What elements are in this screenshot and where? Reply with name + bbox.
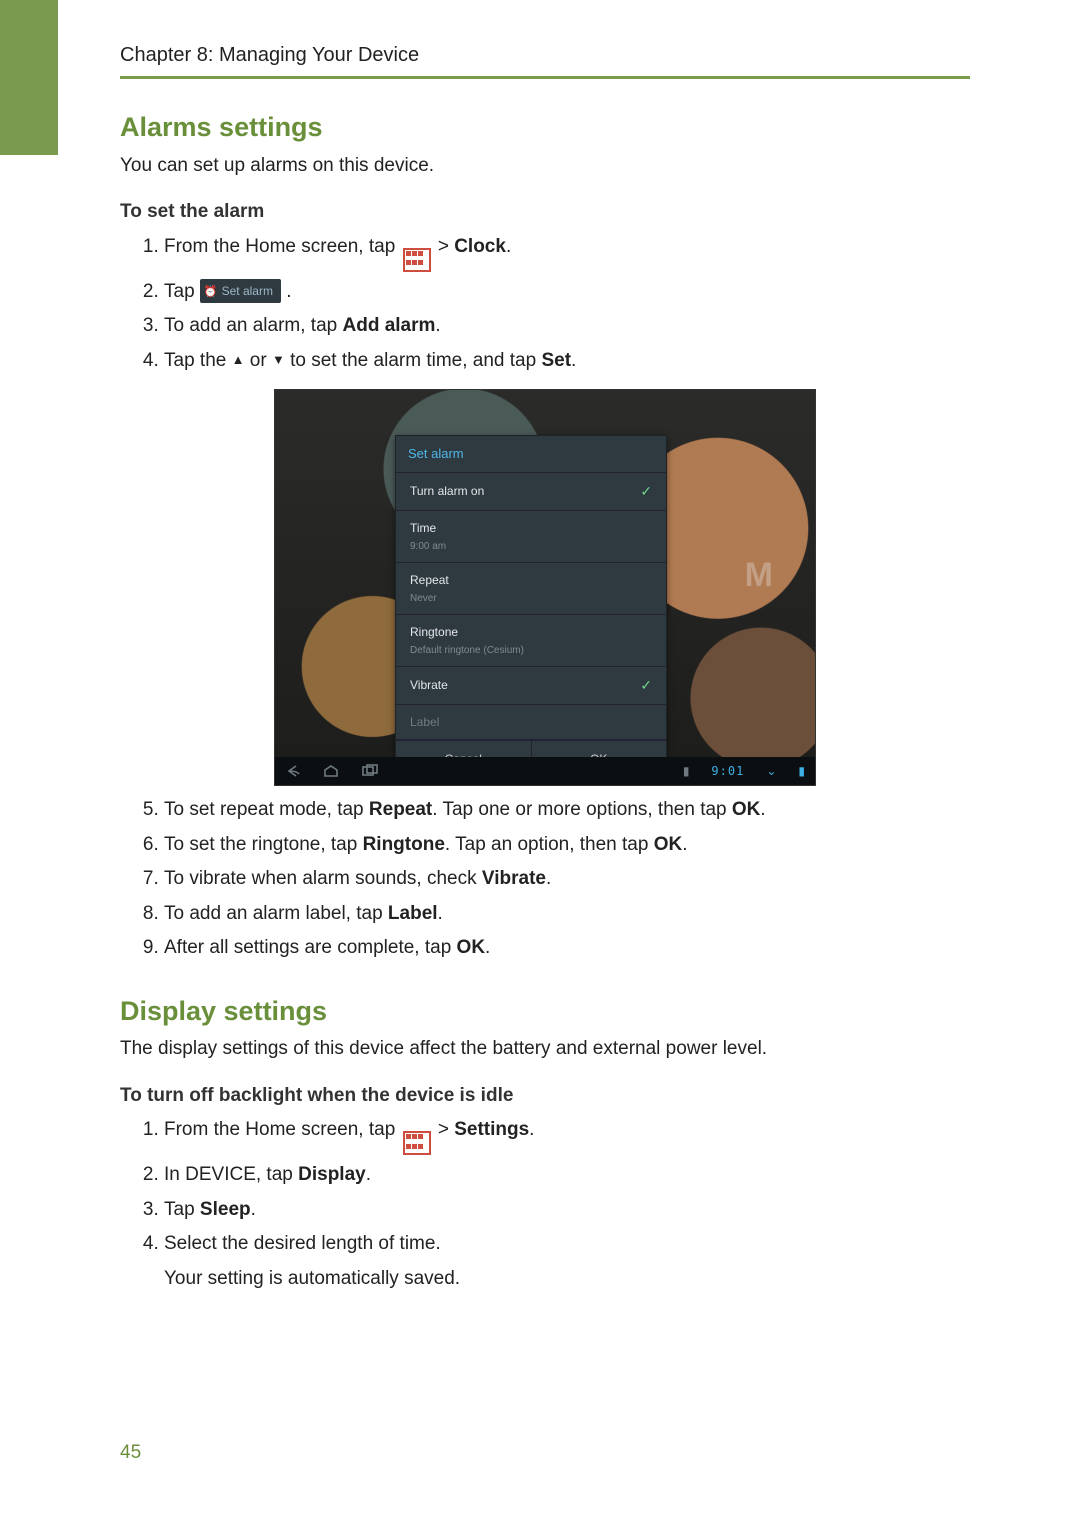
checkmark-icon: ✓ (640, 481, 652, 502)
page-number: 45 (120, 1439, 141, 1468)
apps-grid-icon (403, 248, 431, 272)
dialog-title: Set alarm (396, 436, 666, 473)
step-3: To add an alarm, tap Add alarm. (164, 312, 970, 341)
settings-label: Settings (454, 1119, 529, 1140)
back-icon[interactable] (285, 764, 301, 778)
down-arrow-icon: ▼ (272, 352, 285, 367)
dstep-3: Tap Sleep. (164, 1196, 970, 1225)
row-time[interactable]: Time9:00 am (396, 511, 666, 563)
battery-icon-2: ▮ (798, 762, 805, 780)
watermark: M (745, 550, 775, 601)
home-icon[interactable] (323, 764, 339, 778)
dstep-4-note: Your setting is automatically saved. (164, 1265, 970, 1294)
wifi-icon: ⌄ (766, 762, 776, 780)
recents-icon[interactable] (361, 764, 379, 778)
battery-icon: ▮ (683, 762, 690, 780)
step-8: To add an alarm label, tap Label. (164, 900, 970, 929)
set-alarm-dialog: Set alarm Turn alarm on ✓ Time9:00 am Re… (395, 435, 667, 778)
row-ringtone[interactable]: RingtoneDefault ringtone (Cesium) (396, 615, 666, 667)
dstep-4: Select the desired length of time. (164, 1230, 970, 1259)
step-1: From the Home screen, tap > Clock. (164, 233, 970, 272)
display-intro: The display settings of this device affe… (120, 1035, 970, 1064)
step-6: To set the ringtone, tap Ringtone. Tap a… (164, 831, 970, 860)
set-alarm-pill-icon: Set alarm (200, 279, 281, 304)
status-clock: 9:01 (711, 762, 744, 780)
checkmark-icon: ✓ (640, 675, 652, 696)
side-accent (0, 0, 58, 155)
alarm-steps: From the Home screen, tap > Clock. Tap S… (120, 233, 970, 376)
step-2: Tap Set alarm . (164, 278, 970, 307)
clock-label: Clock (454, 236, 506, 257)
dstep-1: From the Home screen, tap > Settings. (164, 1116, 970, 1155)
set-alarm-screenshot: M Set alarm Turn alarm on ✓ Time9:00 am … (274, 389, 816, 786)
step-4: Tap the ▲ or ▼ to set the alarm time, an… (164, 347, 970, 376)
display-steps: From the Home screen, tap > Settings. In… (120, 1116, 970, 1259)
add-alarm-label: Add alarm (343, 315, 436, 336)
step-7: To vibrate when alarm sounds, check Vibr… (164, 865, 970, 894)
alarms-intro: You can set up alarms on this device. (120, 152, 970, 181)
dstep-2: In DEVICE, tap Display. (164, 1161, 970, 1190)
alarm-steps-cont: To set repeat mode, tap Repeat. Tap one … (120, 796, 970, 963)
row-turn-alarm-on[interactable]: Turn alarm on ✓ (396, 473, 666, 511)
row-label[interactable]: Label (396, 705, 666, 740)
subheading-set-alarm: To set the alarm (120, 198, 970, 227)
step-9: After all settings are complete, tap OK. (164, 934, 970, 963)
android-navbar: ▮ 9:01 ⌄ ▮ (275, 757, 815, 785)
row-repeat[interactable]: RepeatNever (396, 563, 666, 615)
step-5: To set repeat mode, tap Repeat. Tap one … (164, 796, 970, 825)
up-arrow-icon: ▲ (232, 352, 245, 367)
heading-alarms-settings: Alarms settings (120, 107, 970, 148)
chapter-header: Chapter 8: Managing Your Device (120, 40, 970, 79)
set-label: Set (541, 350, 571, 371)
heading-display-settings: Display settings (120, 991, 970, 1032)
subheading-backlight: To turn off backlight when the device is… (120, 1082, 970, 1111)
apps-grid-icon (403, 1131, 431, 1155)
row-vibrate[interactable]: Vibrate ✓ (396, 667, 666, 705)
